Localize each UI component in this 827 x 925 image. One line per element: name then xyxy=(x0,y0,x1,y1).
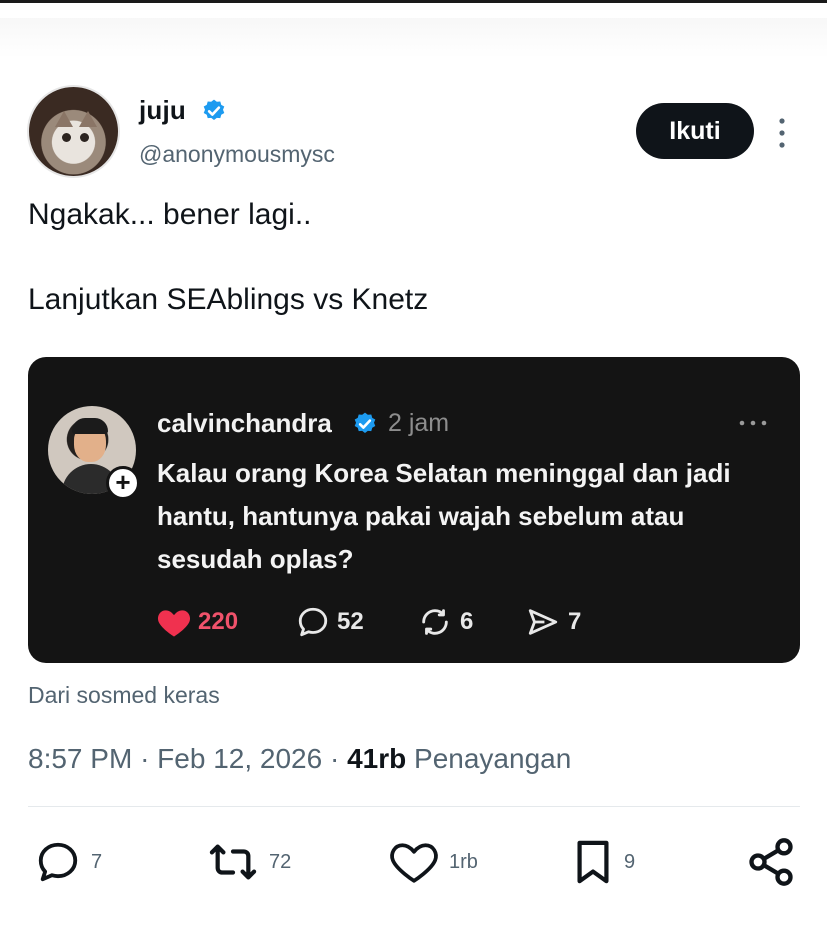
quoted-repost-stat[interactable]: 6 xyxy=(416,604,473,640)
source-caption: Dari sosmed keras xyxy=(28,682,220,708)
quoted-like-count: 220 xyxy=(198,608,239,635)
repost-icon xyxy=(422,609,448,635)
reply-icon xyxy=(38,842,78,882)
meta-separator: · xyxy=(140,743,150,774)
like-count: 1rb xyxy=(449,850,478,873)
more-options-icon[interactable] xyxy=(771,116,793,150)
quoted-post-text: Kalau orang Korea Selatan meninggal dan … xyxy=(157,458,731,574)
top-edge-bar xyxy=(0,0,827,3)
repost-button[interactable]: 72 xyxy=(205,834,291,890)
author-name[interactable]: juju xyxy=(139,95,186,126)
share-button[interactable] xyxy=(745,834,797,890)
repost-icon xyxy=(209,844,257,880)
reply-icon xyxy=(298,607,328,637)
quoted-time-ago: 2 jam xyxy=(388,409,450,437)
reply-button[interactable]: 7 xyxy=(33,834,102,890)
bookmark-icon xyxy=(577,840,609,884)
follow-plus-icon[interactable]: + xyxy=(106,466,140,500)
quoted-reply-count: 52 xyxy=(337,608,364,635)
quoted-share-stat[interactable]: 7 xyxy=(524,604,581,640)
post-text-line1: Ngakak... bener lagi.. xyxy=(28,198,312,231)
post-meta: 8:57 PM · Feb 12, 2026 · 41rb Penayangan xyxy=(28,743,571,775)
divider xyxy=(28,806,800,807)
send-icon xyxy=(528,609,558,635)
heart-icon xyxy=(390,843,438,883)
post-text-line2: Lanjutkan SEAblings vs Knetz xyxy=(28,283,429,316)
like-button[interactable]: 1rb xyxy=(387,834,478,890)
top-fade xyxy=(0,18,827,58)
quoted-share-count: 7 xyxy=(568,608,582,635)
meta-separator: · xyxy=(329,743,340,774)
quoted-more-icon[interactable] xyxy=(736,416,770,430)
post-date[interactable]: Feb 12, 2026 xyxy=(157,743,322,774)
post-time[interactable]: 8:57 PM xyxy=(28,743,132,774)
follow-button[interactable]: Ikuti xyxy=(636,103,754,159)
quoted-author-name[interactable]: calvinchandra xyxy=(157,408,332,439)
views-count: 41rb xyxy=(347,743,407,774)
verified-badge-icon xyxy=(354,412,376,433)
quoted-reply-stat[interactable]: 52 xyxy=(295,604,364,640)
heart-icon xyxy=(157,610,191,637)
author-avatar[interactable] xyxy=(27,85,120,178)
quoted-repost-count: 6 xyxy=(460,608,474,635)
verified-badge-icon xyxy=(203,99,225,120)
author-handle[interactable]: @anonymousmysc xyxy=(139,141,335,168)
bookmark-button[interactable]: 9 xyxy=(570,834,635,890)
bookmark-count: 9 xyxy=(624,850,636,873)
views-label: Penayangan xyxy=(414,743,572,774)
reply-count: 7 xyxy=(91,850,103,873)
quoted-like-stat[interactable]: 220 xyxy=(156,604,238,640)
share-icon xyxy=(749,838,793,886)
repost-count: 72 xyxy=(269,850,292,873)
